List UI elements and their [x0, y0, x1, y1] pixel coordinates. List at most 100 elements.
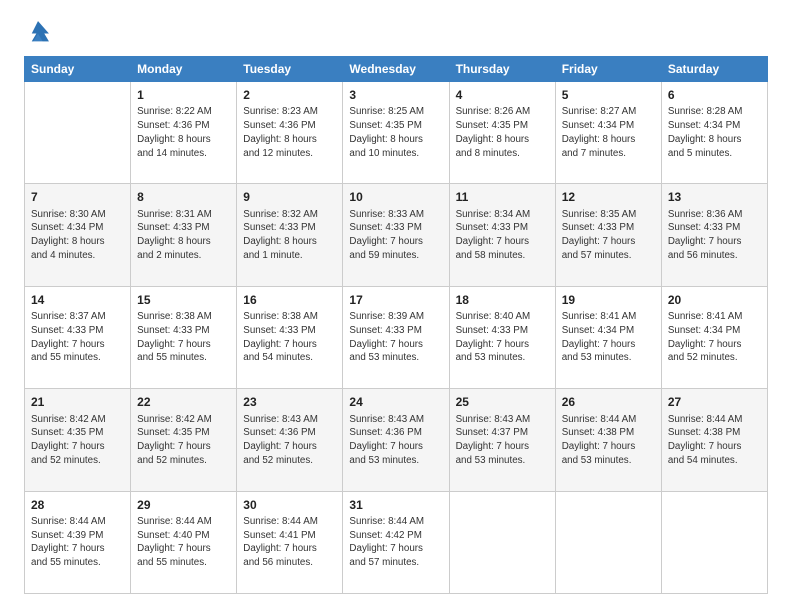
calendar-day-header: Wednesday — [343, 57, 449, 82]
calendar-day-cell: 28Sunrise: 8:44 AM Sunset: 4:39 PM Dayli… — [25, 491, 131, 593]
calendar-day-cell — [25, 82, 131, 184]
day-number: 10 — [349, 189, 442, 206]
day-number: 20 — [668, 292, 761, 309]
calendar-day-cell: 6Sunrise: 8:28 AM Sunset: 4:34 PM Daylig… — [661, 82, 767, 184]
day-info: Sunrise: 8:28 AM Sunset: 4:34 PM Dayligh… — [668, 105, 761, 160]
day-number: 24 — [349, 394, 442, 411]
calendar-day-cell: 31Sunrise: 8:44 AM Sunset: 4:42 PM Dayli… — [343, 491, 449, 593]
calendar-day-header: Tuesday — [237, 57, 343, 82]
day-number: 14 — [31, 292, 124, 309]
calendar-day-cell: 4Sunrise: 8:26 AM Sunset: 4:35 PM Daylig… — [449, 82, 555, 184]
day-number: 16 — [243, 292, 336, 309]
day-info: Sunrise: 8:33 AM Sunset: 4:33 PM Dayligh… — [349, 208, 442, 263]
calendar-header-row: SundayMondayTuesdayWednesdayThursdayFrid… — [25, 57, 768, 82]
day-number: 23 — [243, 394, 336, 411]
day-number: 26 — [562, 394, 655, 411]
logo-icon — [24, 18, 52, 46]
calendar-day-cell: 24 Sunrise: 8:43 AM Sunset: 4:36 PM Dayli… — [343, 389, 449, 491]
day-info: Sunrise: 8:43 AM Sunset: 4:36 PM Dayligh… — [243, 413, 336, 468]
day-info: Sunrise: 8:41 AM Sunset: 4:34 PM Dayligh… — [562, 310, 655, 365]
day-info: Sunrise: 8:44 AM Sunset: 4:41 PM Dayligh… — [243, 515, 336, 570]
day-number: 17 — [349, 292, 442, 309]
day-number: 29 — [137, 497, 230, 514]
day-info: Sunrise: 8:23 AM Sunset: 4:36 PM Dayligh… — [243, 105, 336, 160]
calendar-day-cell: 18Sunrise: 8:40 AM Sunset: 4:33 PM Dayli… — [449, 286, 555, 388]
day-number: 1 — [137, 87, 230, 104]
calendar-day-header: Monday — [131, 57, 237, 82]
calendar-day-cell: 10 Sunrise: 8:33 AM Sunset: 4:33 PM Dayli… — [343, 184, 449, 286]
day-info: Sunrise: 8:30 AM Sunset: 4:34 PM Dayligh… — [31, 208, 124, 263]
calendar-day-cell: 3Sunrise: 8:25 AM Sunset: 4:35 PM Daylig… — [343, 82, 449, 184]
calendar-day-cell: 8Sunrise: 8:31 AM Sunset: 4:33 PM Daylig… — [131, 184, 237, 286]
day-info: Sunrise: 8:31 AM Sunset: 4:33 PM Dayligh… — [137, 208, 230, 263]
day-number: 25 — [456, 394, 549, 411]
day-info: Sunrise: 8:22 AM Sunset: 4:36 PM Dayligh… — [137, 105, 230, 160]
day-number: 22 — [137, 394, 230, 411]
calendar-week-row: 1Sunrise: 8:22 AM Sunset: 4:36 PM Daylig… — [25, 82, 768, 184]
day-info: Sunrise: 8:44 AM Sunset: 4:40 PM Dayligh… — [137, 515, 230, 570]
day-number: 27 — [668, 394, 761, 411]
calendar-table: SundayMondayTuesdayWednesdayThursdayFrid… — [24, 56, 768, 594]
day-info: Sunrise: 8:44 AM Sunset: 4:38 PM Dayligh… — [668, 413, 761, 468]
day-info: Sunrise: 8:42 AM Sunset: 4:35 PM Dayligh… — [137, 413, 230, 468]
day-info: Sunrise: 8:37 AM Sunset: 4:33 PM Dayligh… — [31, 310, 124, 365]
day-info: Sunrise: 8:42 AM Sunset: 4:35 PM Dayligh… — [31, 413, 124, 468]
calendar-day-cell: 1Sunrise: 8:22 AM Sunset: 4:36 PM Daylig… — [131, 82, 237, 184]
day-number: 6 — [668, 87, 761, 104]
day-number: 2 — [243, 87, 336, 104]
day-number: 19 — [562, 292, 655, 309]
day-info: Sunrise: 8:35 AM Sunset: 4:33 PM Dayligh… — [562, 208, 655, 263]
logo — [24, 18, 54, 46]
calendar-day-cell: 2Sunrise: 8:23 AM Sunset: 4:36 PM Daylig… — [237, 82, 343, 184]
calendar-week-row: 21 Sunrise: 8:42 AM Sunset: 4:35 PM Dayli… — [25, 389, 768, 491]
calendar-day-header: Sunday — [25, 57, 131, 82]
calendar-day-cell: 29Sunrise: 8:44 AM Sunset: 4:40 PM Dayli… — [131, 491, 237, 593]
calendar-day-cell: 26Sunrise: 8:44 AM Sunset: 4:38 PM Dayli… — [555, 389, 661, 491]
calendar-day-cell: 5Sunrise: 8:27 AM Sunset: 4:34 PM Daylig… — [555, 82, 661, 184]
day-number: 31 — [349, 497, 442, 514]
calendar-day-cell: 27 Sunrise: 8:44 AM Sunset: 4:38 PM Dayli… — [661, 389, 767, 491]
day-info: Sunrise: 8:44 AM Sunset: 4:42 PM Dayligh… — [349, 515, 442, 570]
day-number: 30 — [243, 497, 336, 514]
calendar-week-row: 14Sunrise: 8:37 AM Sunset: 4:33 PM Dayli… — [25, 286, 768, 388]
calendar-day-cell — [555, 491, 661, 593]
day-info: Sunrise: 8:43 AM Sunset: 4:36 PM Dayligh… — [349, 413, 442, 468]
calendar-day-cell: 17Sunrise: 8:39 AM Sunset: 4:33 PM Dayli… — [343, 286, 449, 388]
calendar-day-header: Thursday — [449, 57, 555, 82]
day-info: Sunrise: 8:38 AM Sunset: 4:33 PM Dayligh… — [137, 310, 230, 365]
day-info: Sunrise: 8:44 AM Sunset: 4:39 PM Dayligh… — [31, 515, 124, 570]
calendar-day-cell: 12 Sunrise: 8:35 AM Sunset: 4:33 PM Dayli… — [555, 184, 661, 286]
day-info: Sunrise: 8:41 AM Sunset: 4:34 PM Dayligh… — [668, 310, 761, 365]
calendar-day-cell: 13Sunrise: 8:36 AM Sunset: 4:33 PM Dayli… — [661, 184, 767, 286]
day-number: 21 — [31, 394, 124, 411]
calendar-day-cell: 19Sunrise: 8:41 AM Sunset: 4:34 PM Dayli… — [555, 286, 661, 388]
day-info: Sunrise: 8:25 AM Sunset: 4:35 PM Dayligh… — [349, 105, 442, 160]
calendar-day-cell: 9 Sunrise: 8:32 AM Sunset: 4:33 PM Daylig… — [237, 184, 343, 286]
day-info: Sunrise: 8:27 AM Sunset: 4:34 PM Dayligh… — [562, 105, 655, 160]
calendar-day-header: Saturday — [661, 57, 767, 82]
day-info: Sunrise: 8:32 AM Sunset: 4:33 PM Dayligh… — [243, 208, 336, 263]
day-info: Sunrise: 8:26 AM Sunset: 4:35 PM Dayligh… — [456, 105, 549, 160]
calendar-day-cell — [449, 491, 555, 593]
day-info: Sunrise: 8:34 AM Sunset: 4:33 PM Dayligh… — [456, 208, 549, 263]
day-number: 5 — [562, 87, 655, 104]
day-number: 7 — [31, 189, 124, 206]
day-number: 28 — [31, 497, 124, 514]
day-number: 12 — [562, 189, 655, 206]
calendar-day-cell: 14Sunrise: 8:37 AM Sunset: 4:33 PM Dayli… — [25, 286, 131, 388]
day-number: 9 — [243, 189, 336, 206]
day-info: Sunrise: 8:36 AM Sunset: 4:33 PM Dayligh… — [668, 208, 761, 263]
day-number: 18 — [456, 292, 549, 309]
calendar-day-cell: 25 Sunrise: 8:43 AM Sunset: 4:37 PM Dayli… — [449, 389, 555, 491]
day-info: Sunrise: 8:40 AM Sunset: 4:33 PM Dayligh… — [456, 310, 549, 365]
day-info: Sunrise: 8:38 AM Sunset: 4:33 PM Dayligh… — [243, 310, 336, 365]
header — [24, 18, 768, 46]
calendar-day-cell — [661, 491, 767, 593]
day-number: 11 — [456, 189, 549, 206]
day-number: 3 — [349, 87, 442, 104]
calendar-day-cell: 20Sunrise: 8:41 AM Sunset: 4:34 PM Dayli… — [661, 286, 767, 388]
day-number: 4 — [456, 87, 549, 104]
day-info: Sunrise: 8:39 AM Sunset: 4:33 PM Dayligh… — [349, 310, 442, 365]
calendar-week-row: 28Sunrise: 8:44 AM Sunset: 4:39 PM Dayli… — [25, 491, 768, 593]
day-info: Sunrise: 8:43 AM Sunset: 4:37 PM Dayligh… — [456, 413, 549, 468]
